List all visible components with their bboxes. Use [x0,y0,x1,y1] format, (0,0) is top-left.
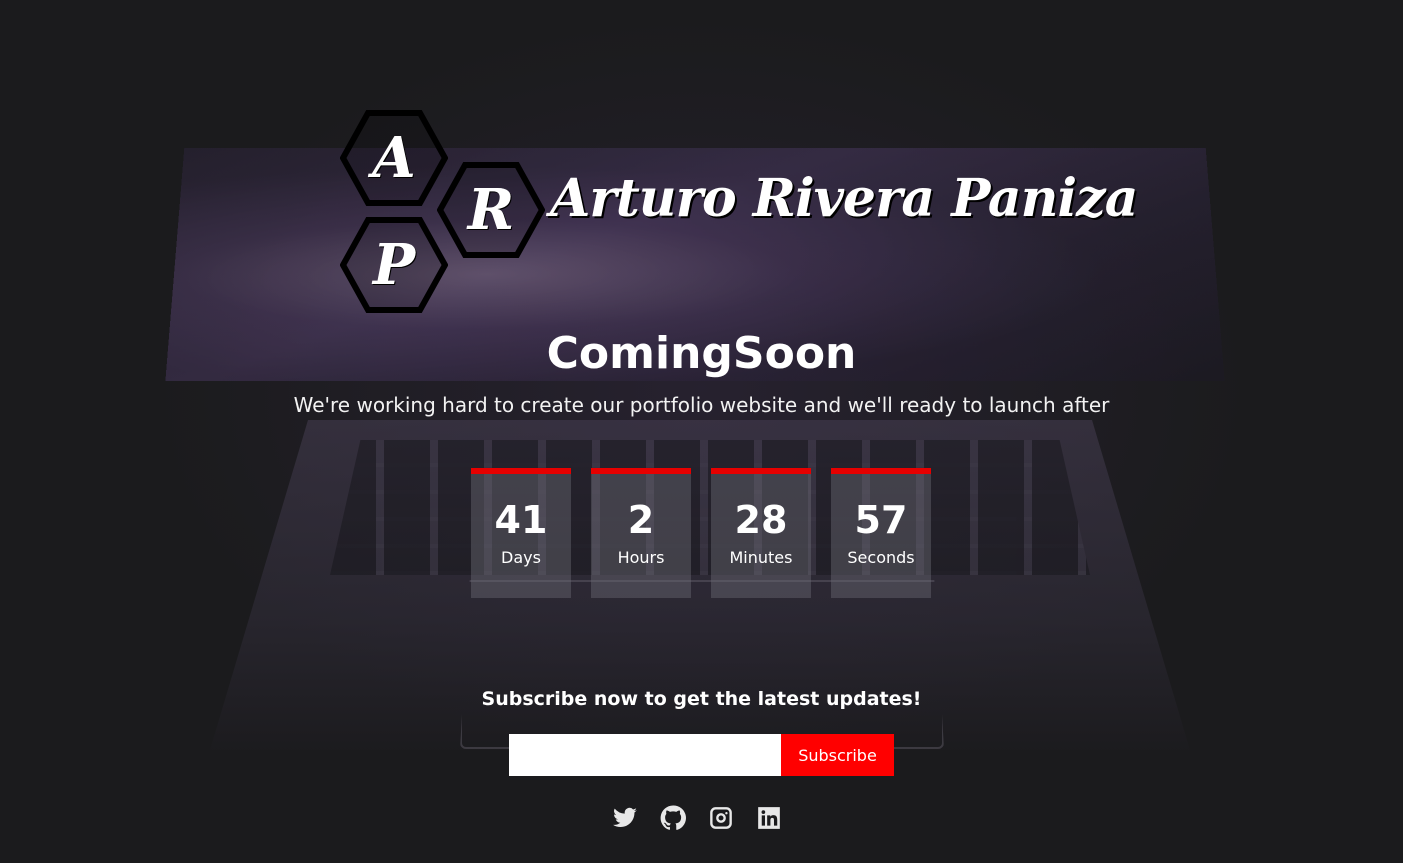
countdown-days: 41 Days [471,468,571,598]
countdown-minutes-label: Minutes [729,548,793,567]
logo-hexagon-a: A [340,110,448,206]
laptop-trackpad [460,580,944,749]
social-links [612,805,782,835]
twitter-icon [613,807,637,827]
logo-letter-a: A [372,125,416,191]
countdown-seconds-value: 57 [854,498,908,542]
countdown-hours-value: 2 [627,498,655,542]
linkedin-icon [758,807,780,829]
countdown-hours: 2 Hours [591,468,691,598]
subscribe-button[interactable]: Subscribe [781,734,894,776]
logo-letter-p: P [372,232,416,298]
github-icon [660,805,686,830]
countdown-seconds-label: Seconds [847,548,915,567]
brand-logo: A R P Arturo Rivera Paniza [340,110,1138,315]
countdown-days-label: Days [501,548,541,567]
countdown-hours-label: Hours [617,548,665,567]
logo-hexagon-p: P [340,217,448,313]
instagram-link[interactable] [708,805,734,835]
twitter-link[interactable] [612,805,638,835]
page-title: ComingSoon [546,328,857,379]
countdown-timer: 41 Days 2 Hours 28 Minutes 57 Seconds [471,468,931,598]
logo-hexagon-r: R [437,162,545,258]
brand-name: Arturo Rivera Paniza [550,168,1138,229]
logo-letter-r: R [467,177,515,243]
countdown-days-value: 41 [494,498,548,542]
github-link[interactable] [660,805,686,835]
countdown-seconds: 57 Seconds [831,468,931,598]
subscribe-form: Subscribe [509,734,894,776]
countdown-minutes: 28 Minutes [711,468,811,598]
linkedin-link[interactable] [756,805,782,835]
email-input[interactable] [509,734,781,776]
countdown-minutes-value: 28 [734,498,788,542]
subscribe-heading: Subscribe now to get the latest updates! [481,688,922,710]
instagram-icon [710,807,732,829]
page-subtitle: We're working hard to create our portfol… [293,393,1110,417]
